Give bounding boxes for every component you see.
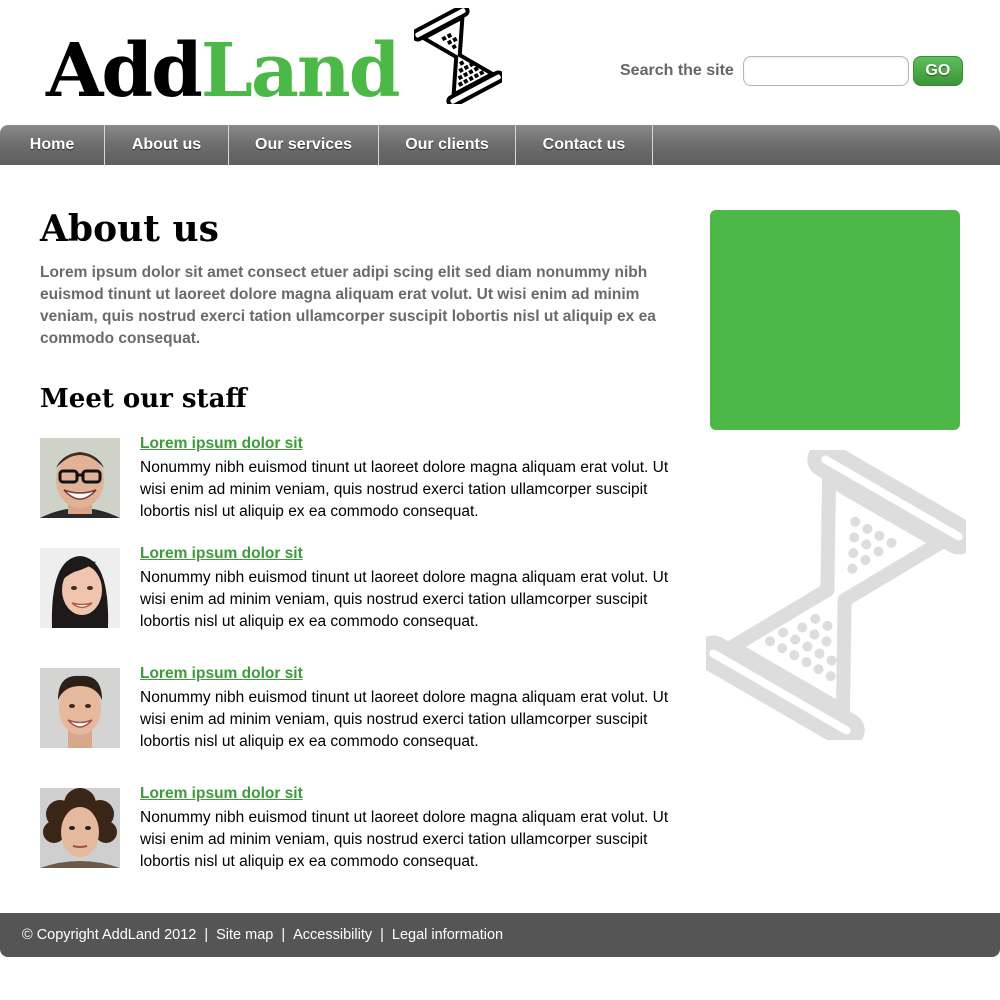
staff-photo — [40, 668, 120, 748]
footer-separator: | — [204, 927, 209, 943]
nav-item-about-us[interactable]: About us — [105, 125, 229, 165]
staff-member: Lorem ipsum dolor sit Nonummy nibh euism… — [40, 435, 670, 520]
staff-description: Nonummy nibh euismod tinunt ut laoreet d… — [140, 809, 669, 870]
staff-description: Nonummy nibh euismod tinunt ut laoreet d… — [140, 459, 669, 520]
nav-item-our-clients[interactable]: Our clients — [379, 125, 516, 165]
staff-description: Nonummy nibh euismod tinunt ut laoreet d… — [140, 689, 669, 750]
staff-member: Lorem ipsum dolor sit Nonummy nibh euism… — [40, 545, 670, 630]
footer-link-site-map[interactable]: Site map — [216, 927, 273, 943]
hourglass-icon — [414, 8, 502, 104]
staff-name-link[interactable]: Lorem ipsum dolor sit — [140, 545, 303, 563]
footer-link-accessibility[interactable]: Accessibility — [293, 927, 372, 943]
promo-box — [710, 210, 960, 430]
logo-wordmark: AddLand — [46, 34, 400, 108]
staff-name-link[interactable]: Lorem ipsum dolor sit — [140, 665, 303, 683]
search-go-button[interactable]: GO — [912, 56, 963, 86]
staff-description: Nonummy nibh euismod tinunt ut laoreet d… — [140, 569, 669, 630]
main-nav: Home About us Our services Our clients C… — [0, 125, 1000, 165]
intro-paragraph: Lorem ipsum dolor sit amet consect etuer… — [40, 264, 656, 347]
footer-separator: | — [281, 927, 286, 943]
staff-name-link[interactable]: Lorem ipsum dolor sit — [140, 435, 303, 453]
staff-photo — [40, 548, 120, 628]
footer-link-legal-information[interactable]: Legal information — [392, 927, 503, 943]
footer-copyright: © Copyright AddLand 2012 — [22, 927, 197, 943]
staff-section-title: Meet our staff — [40, 384, 247, 414]
staff-member: Lorem ipsum dolor sit Nonummy nibh euism… — [40, 665, 670, 750]
nav-item-our-services[interactable]: Our services — [229, 125, 379, 165]
site-logo[interactable]: AddLand — [46, 8, 502, 108]
nav-item-contact-us[interactable]: Contact us — [516, 125, 653, 165]
staff-member: Lorem ipsum dolor sit Nonummy nibh euism… — [40, 785, 670, 870]
site-search: Search the site GO — [620, 56, 963, 86]
staff-photo — [40, 438, 120, 518]
search-input[interactable] — [742, 56, 909, 86]
page-title: About us — [40, 208, 219, 250]
staff-name-link[interactable]: Lorem ipsum dolor sit — [140, 785, 303, 803]
logo-add-text: Add — [46, 28, 203, 114]
footer-separator: | — [380, 927, 384, 943]
site-footer: © Copyright AddLand 2012 | Site map | Ac… — [0, 913, 1000, 957]
nav-item-home[interactable]: Home — [0, 125, 105, 165]
logo-land-text: Land — [200, 28, 401, 114]
search-label: Search the site — [620, 62, 734, 79]
hourglass-watermark-icon — [706, 450, 966, 740]
staff-photo — [40, 788, 120, 868]
